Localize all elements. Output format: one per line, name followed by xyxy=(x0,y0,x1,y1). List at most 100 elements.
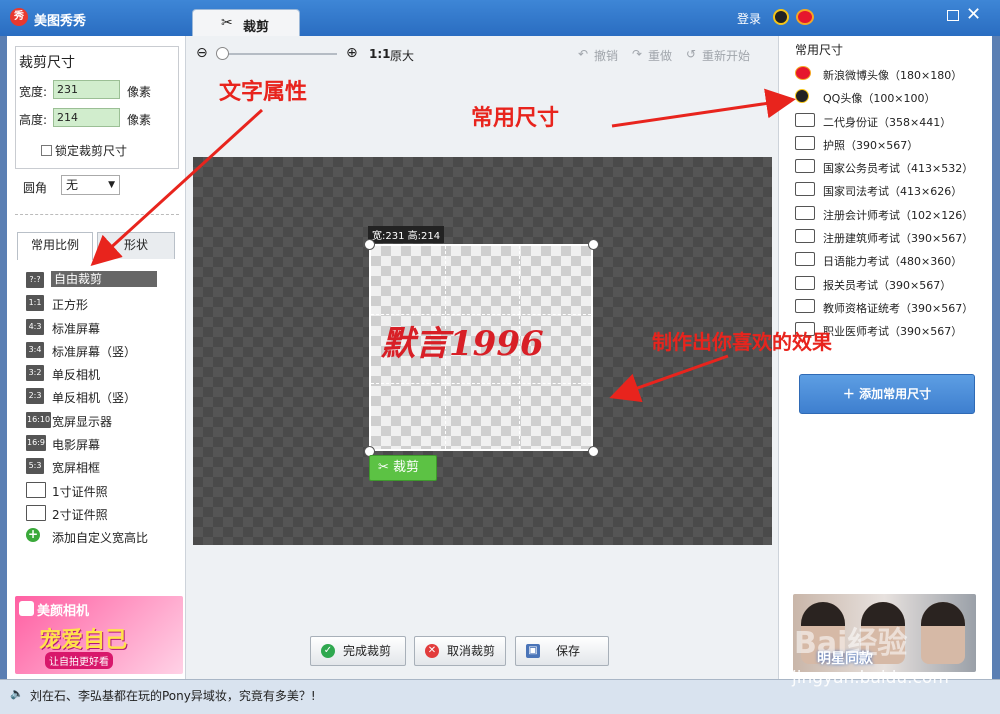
ratio-label: 2寸证件照 xyxy=(52,507,108,522)
height-unit: 像素 xyxy=(127,113,152,127)
annotation-effect: 制作出你喜欢的效果 xyxy=(652,330,832,354)
ratio-item-3-2[interactable]: 3:2 单反相机 xyxy=(24,363,184,386)
width-input[interactable]: 231 xyxy=(53,80,120,99)
size-item[interactable]: 护照（390×567） xyxy=(793,133,983,156)
ratio-item-2-inch[interactable]: 2寸证件照 xyxy=(24,503,184,526)
size-label: 注册建筑师考试（390×567） xyxy=(823,232,974,246)
size-label: 报关员考试（390×567） xyxy=(823,278,952,292)
restart-icon[interactable]: ↺ xyxy=(686,47,696,61)
ratio-16-9-icon: 16:9 xyxy=(26,435,46,452)
redo-button[interactable]: 重做 xyxy=(648,47,672,64)
corner-select[interactable]: 无 ▼ xyxy=(61,175,120,195)
size-item[interactable]: 报关员考试（390×567） xyxy=(793,273,983,296)
tab-crop[interactable]: ✂ 裁剪 xyxy=(192,9,300,36)
ad-brand: 美颜相机 xyxy=(37,604,90,619)
ratio-item-3-4[interactable]: 3:4 标准屏幕（竖） xyxy=(24,340,184,363)
height-label: 高度: xyxy=(19,113,48,127)
width-label: 宽度: xyxy=(19,85,48,99)
ratio-item-free[interactable]: ?:? 自由裁剪 xyxy=(24,270,184,293)
size-item[interactable]: QQ头像（100×100） xyxy=(793,86,983,109)
id-card-icon xyxy=(795,182,815,197)
zoom-out-icon[interactable]: ⊖ xyxy=(196,45,208,61)
ratio-label: 宽屏显示器 xyxy=(52,414,113,429)
size-label: 二代身份证（358×441） xyxy=(823,115,952,129)
weibo-icon[interactable] xyxy=(796,9,814,25)
weibo-icon xyxy=(795,66,811,80)
undo-button[interactable]: 撤销 xyxy=(594,47,618,64)
app-logo-icon: 秀 xyxy=(10,8,28,26)
size-item[interactable]: 新浪微博头像（180×180） xyxy=(793,63,983,86)
ratio-item-square[interactable]: 1:1 正方形 xyxy=(24,293,184,316)
ratio-item-5-3[interactable]: 5:3 宽屏相框 xyxy=(24,456,184,479)
lock-size-checkbox[interactable]: 锁定裁剪尺寸 xyxy=(41,142,127,159)
ratio-label: 标准屏幕（竖） xyxy=(52,344,137,359)
ratio-item-4-3[interactable]: 4:3 标准屏幕 xyxy=(24,317,184,340)
checkbox-icon xyxy=(41,145,52,156)
save-icon: ▣ xyxy=(526,644,540,658)
camera-app-icon xyxy=(19,601,34,616)
ratio-1-1-icon: 1:1 xyxy=(26,295,44,312)
ratio-label: 电影屏幕 xyxy=(52,438,101,453)
scissors-icon: ✂ xyxy=(221,15,233,31)
ratio-label: 标准屏幕 xyxy=(52,321,101,336)
zoom-in-icon[interactable]: ⊕ xyxy=(346,45,358,61)
size-item[interactable]: 国家司法考试（413×626） xyxy=(793,179,983,202)
id-card-icon xyxy=(795,229,815,244)
ratio-label: 1寸证件照 xyxy=(52,484,108,499)
ad-banner-left[interactable]: 美颜相机 宠爱自己 让自拍更好看 xyxy=(15,596,183,674)
tab-shape[interactable]: 形状 xyxy=(97,232,175,259)
size-item[interactable]: 二代身份证（358×441） xyxy=(793,110,983,133)
size-item[interactable]: 注册建筑师考试（390×567） xyxy=(793,226,983,249)
close-icon[interactable]: ✕ xyxy=(966,4,981,25)
restart-button[interactable]: 重新开始 xyxy=(702,47,750,64)
size-item[interactable]: 注册会计师考试（102×126） xyxy=(793,203,983,226)
size-item[interactable]: 教师资格证统考（390×567） xyxy=(793,296,983,319)
zoom-slider-thumb[interactable] xyxy=(216,47,229,60)
original-size-label[interactable]: 原大 xyxy=(390,47,414,64)
finish-crop-label: 完成裁剪 xyxy=(343,644,392,658)
ad-headline: 宠爱自己 xyxy=(39,628,128,653)
news-ticker[interactable]: 刘在石、李弘基都在玩的Pony异域妆，究竟有多美？! xyxy=(30,687,316,704)
ratio-label: 正方形 xyxy=(52,298,89,313)
id-card-icon xyxy=(795,112,815,127)
crop-area[interactable]: 默言1996 xyxy=(369,244,593,451)
ratio-item-1-inch[interactable]: 1寸证件照 xyxy=(24,480,184,503)
common-size-title: 常用尺寸 xyxy=(795,43,844,57)
add-custom-ratio[interactable]: + 添加自定义宽高比 xyxy=(24,526,184,549)
ratio-item-2-3[interactable]: 2:3 单反相机（竖） xyxy=(24,386,184,409)
zoom-slider[interactable] xyxy=(220,53,337,55)
size-item[interactable]: 日语能力考试（480×360） xyxy=(793,249,983,272)
resize-handle-top-right[interactable] xyxy=(588,239,599,250)
crop-button[interactable]: ✂ 裁剪 xyxy=(369,455,437,481)
watermark-url: jingyan.baidu.com xyxy=(792,668,949,688)
qq-icon[interactable] xyxy=(773,9,789,25)
resize-handle-bottom-right[interactable] xyxy=(588,446,599,457)
id-card-icon xyxy=(795,275,815,290)
cancel-crop-button[interactable]: ✕ 取消裁剪 xyxy=(414,636,506,666)
resize-handle-top-left[interactable] xyxy=(364,239,375,250)
login-link[interactable]: 登录 xyxy=(737,10,761,27)
size-label: 注册会计师考试（102×126） xyxy=(823,208,974,222)
scissors-icon: ✂ xyxy=(378,460,389,475)
finish-crop-button[interactable]: ✓ 完成裁剪 xyxy=(310,636,406,666)
size-item[interactable]: 国家公务员考试（413×532） xyxy=(793,156,983,179)
height-input[interactable]: 214 xyxy=(53,108,120,127)
redo-icon[interactable]: ↷ xyxy=(632,47,642,61)
id-card-icon xyxy=(795,252,815,267)
ratio-3-2-icon: 3:2 xyxy=(26,365,44,382)
undo-icon[interactable]: ↶ xyxy=(578,47,588,61)
ratio-item-16-9[interactable]: 16:9 电影屏幕 xyxy=(24,433,184,456)
baidu-watermark: Bai经验 xyxy=(794,626,908,661)
ratio-item-16-10[interactable]: 16:10 宽屏显示器 xyxy=(24,410,184,433)
add-common-size-button[interactable]: ＋ 添加常用尺寸 xyxy=(799,374,975,414)
common-size-list: 新浪微博头像（180×180） QQ头像（100×100） 二代身份证（358×… xyxy=(793,63,983,343)
size-label: 国家司法考试（413×626） xyxy=(823,185,963,199)
actual-size-button[interactable]: 1:1 xyxy=(369,47,391,61)
maximize-icon[interactable] xyxy=(947,10,959,21)
id-card-icon xyxy=(795,135,815,150)
tab-common-ratio[interactable]: 常用比例 xyxy=(17,232,93,260)
crop-size-tag: 宽:231 高:214 xyxy=(368,226,445,243)
left-panel: 裁剪尺寸 宽度: 231 像素 高度: 214 像素 锁定裁剪尺寸 圆角 无 ▼ … xyxy=(7,36,186,679)
grid-line xyxy=(371,314,591,315)
save-button[interactable]: ▣ 保存 xyxy=(515,636,609,666)
